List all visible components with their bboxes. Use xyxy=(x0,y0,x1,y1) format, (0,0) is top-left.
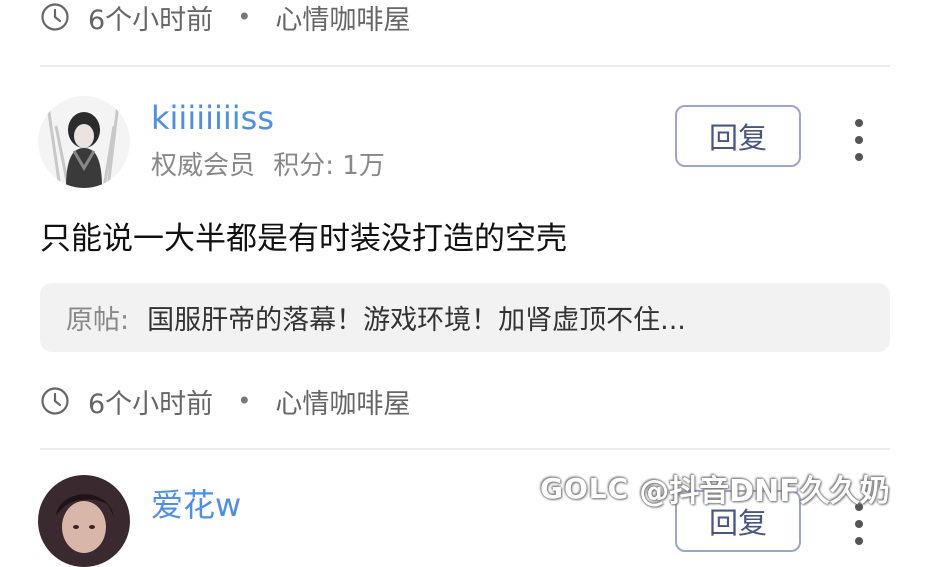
reply-button[interactable]: 回复 xyxy=(675,105,801,167)
quote-prefix: 原帖: xyxy=(66,305,130,336)
topic-link[interactable]: 心情咖啡屋 xyxy=(275,382,410,421)
more-options-icon[interactable] xyxy=(852,119,866,161)
avatar[interactable] xyxy=(38,475,130,567)
divider xyxy=(40,448,890,450)
clock-icon xyxy=(41,387,69,415)
time-label: 6个小时前 xyxy=(88,4,214,36)
time-label: 6个小时前 xyxy=(88,388,214,420)
clock-icon xyxy=(41,3,69,31)
comment-text: 只能说一大半都是有时装没打造的空壳 xyxy=(40,221,567,257)
topic-link[interactable]: 心情咖啡屋 xyxy=(275,0,410,37)
watermark-logo: GOLC xyxy=(540,471,630,505)
meta-row-prev: 6个小时前 • 心情咖啡屋 xyxy=(40,0,410,37)
user-info: 权威会员 积分: 1万 xyxy=(151,145,385,182)
user-role: 权威会员 xyxy=(151,151,256,181)
separator-dot: • xyxy=(237,3,252,31)
username[interactable]: kiiiiiiiiss xyxy=(151,99,274,137)
user-points: 积分: 1万 xyxy=(273,151,385,181)
meta-row: 6个小时前 • 心情咖啡屋 xyxy=(40,382,410,421)
watermark: GOLC @抖音DNF久久奶 xyxy=(540,466,890,510)
separator-dot: • xyxy=(237,387,252,415)
username[interactable]: 爱花w xyxy=(151,480,241,526)
quoted-post[interactable]: 原帖: 国服肝帝的落幕！游戏环境！加肾虚顶不住... xyxy=(40,283,890,352)
avatar[interactable] xyxy=(38,96,130,188)
quote-text: 国服肝帝的落幕！游戏环境！加肾虚顶不住... xyxy=(147,305,686,336)
watermark-text: @抖音DNF久久奶 xyxy=(639,474,890,509)
divider xyxy=(40,65,890,67)
